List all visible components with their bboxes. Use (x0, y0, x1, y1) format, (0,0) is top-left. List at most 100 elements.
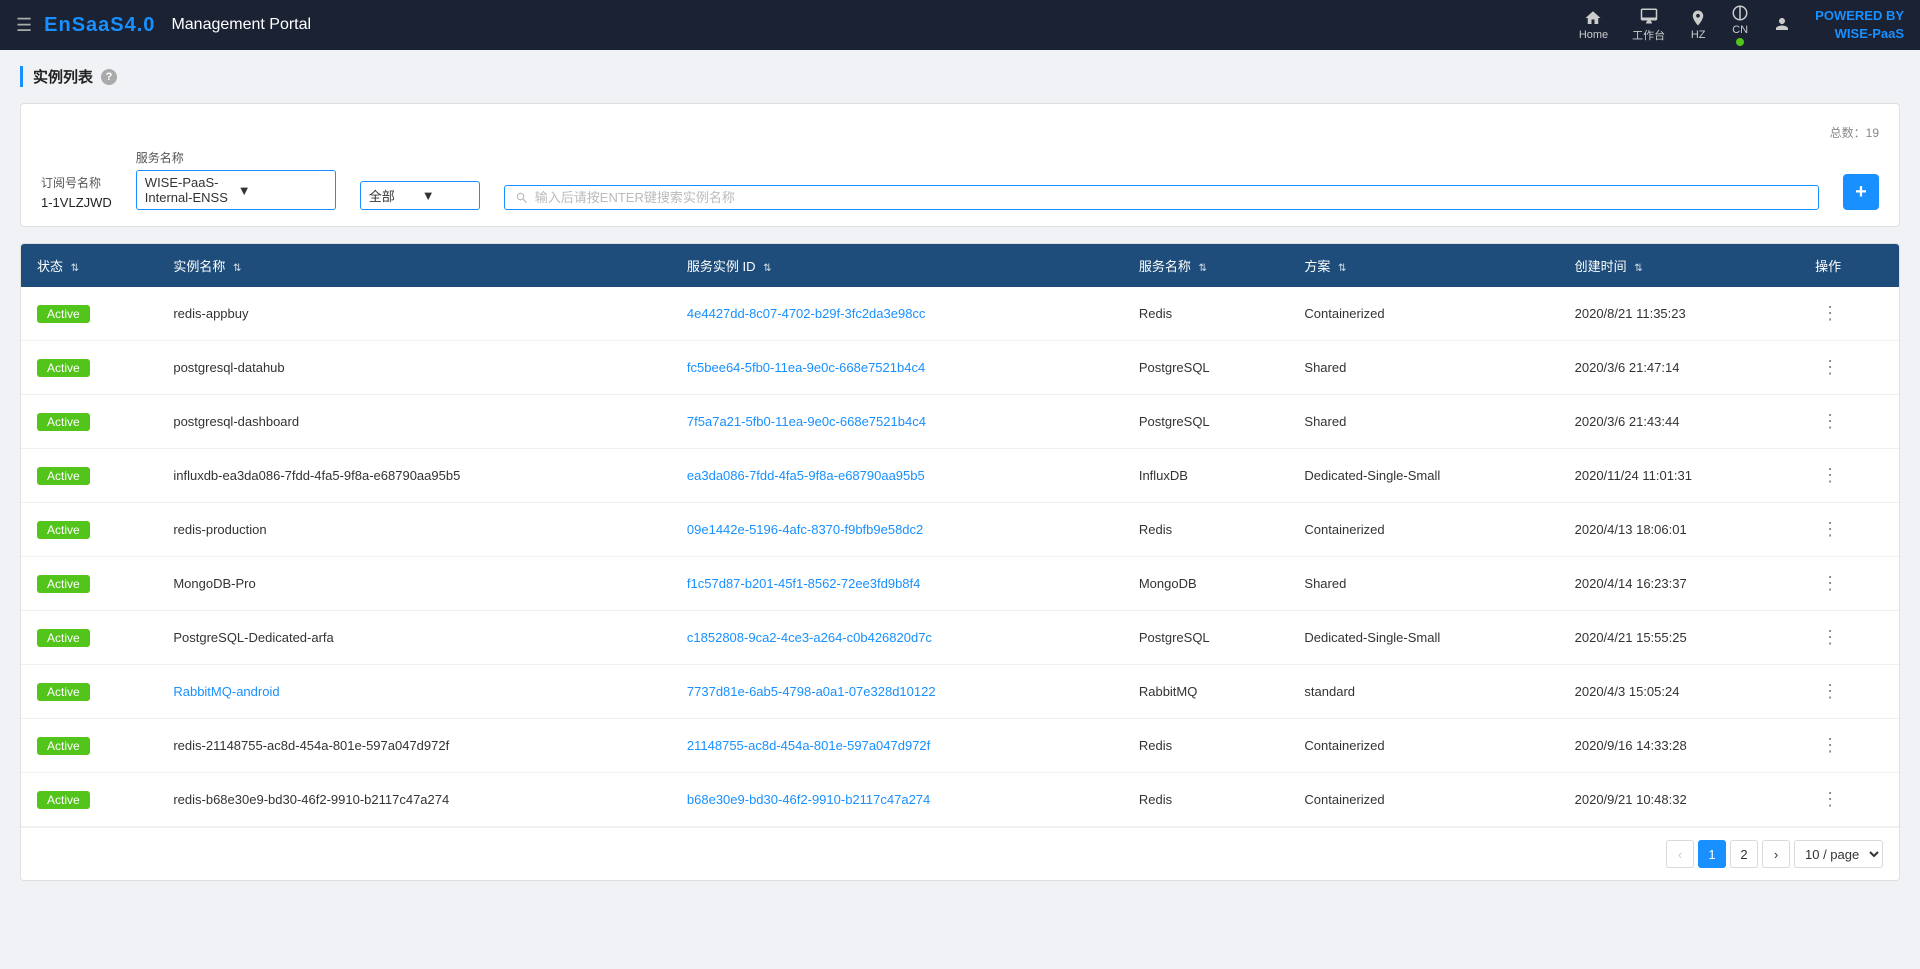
action-menu-button-8[interactable]: ⋮ (1815, 733, 1845, 758)
col-name[interactable]: 实例名称 ⇅ (157, 244, 671, 287)
table-row: Active redis-b68e30e9-bd30-46f2-9910-b21… (21, 773, 1899, 827)
filter-row: 订阅号名称 1-1VLZJWD 服务名称 WISE-PaaS-Internal-… (41, 149, 1879, 210)
table-row: Active redis-production 09e1442e-5196-4a… (21, 503, 1899, 557)
top-nav-right: Home 工作台 HZ CN POWERED BY WISE-PaaS (1579, 4, 1904, 46)
cell-status-2: Active (21, 395, 157, 449)
instance-name-link-7[interactable]: RabbitMQ-android (173, 684, 279, 699)
nav-home[interactable]: Home (1579, 9, 1608, 41)
nav-user[interactable] (1773, 15, 1791, 35)
pagination-bar: ‹ 1 2 › 10 / page 20 / page 50 / page (21, 827, 1899, 880)
cell-name-8: redis-21148755-ac8d-454a-801e-597a047d97… (157, 719, 671, 773)
cell-sname-3: InfluxDB (1123, 449, 1289, 503)
cell-created-2: 2020/3/6 21:43:44 (1559, 395, 1799, 449)
col-created[interactable]: 创建时间 ⇅ (1559, 244, 1799, 287)
page-size-select[interactable]: 10 / page 20 / page 50 / page (1794, 840, 1883, 868)
nav-region[interactable]: HZ (1689, 9, 1707, 41)
sort-name-icon: ⇅ (233, 263, 241, 274)
next-page-button[interactable]: › (1762, 840, 1790, 868)
service-all-label (360, 163, 480, 177)
top-navigation: ☰ EnSaaS4.0 Management Portal Home 工作台 H… (0, 0, 1920, 50)
cell-id-5: f1c57d87-b201-45f1-8562-72ee3fd9b8f4 (671, 557, 1123, 611)
table-row: Active postgresql-dashboard 7f5a7a21-5fb… (21, 395, 1899, 449)
cell-id-7: 7737d81e-6ab5-4798-a0a1-07e328d10122 (671, 665, 1123, 719)
sort-id-icon: ⇅ (763, 263, 771, 274)
cell-created-3: 2020/11/24 11:01:31 (1559, 449, 1799, 503)
instance-name-2: postgresql-dashboard (173, 414, 299, 429)
add-button[interactable]: + (1843, 174, 1879, 210)
cell-action-8: ⋮ (1799, 719, 1899, 773)
action-menu-button-4[interactable]: ⋮ (1815, 517, 1845, 542)
action-menu-button-7[interactable]: ⋮ (1815, 679, 1845, 704)
cell-status-7: Active (21, 665, 157, 719)
search-field[interactable] (504, 185, 1819, 210)
col-plan[interactable]: 方案 ⇅ (1288, 244, 1558, 287)
subscription-label: 订阅号名称 (41, 174, 112, 191)
cell-sname-1: PostgreSQL (1123, 341, 1289, 395)
cell-created-4: 2020/4/13 18:06:01 (1559, 503, 1799, 557)
cell-name-9: redis-b68e30e9-bd30-46f2-9910-b2117c47a2… (157, 773, 671, 827)
action-menu-button-2[interactable]: ⋮ (1815, 409, 1845, 434)
cell-sname-9: Redis (1123, 773, 1289, 827)
status-badge-3: Active (37, 467, 90, 485)
cell-plan-8: Containerized (1288, 719, 1558, 773)
action-menu-button-3[interactable]: ⋮ (1815, 463, 1845, 488)
col-status[interactable]: 状态 ⇅ (21, 244, 157, 287)
action-menu-button-0[interactable]: ⋮ (1815, 301, 1845, 326)
service-name-field: 服务名称 WISE-PaaS-Internal-ENSS ▼ (136, 149, 336, 210)
cell-sname-5: MongoDB (1123, 557, 1289, 611)
instances-table: 状态 ⇅ 实例名称 ⇅ 服务实例 ID ⇅ 服务名称 ⇅ 方案 ⇅ 创建时间 ⇅… (20, 243, 1900, 881)
cell-id-2: 7f5a7a21-5fb0-11ea-9e0c-668e7521b4c4 (671, 395, 1123, 449)
page-2-button[interactable]: 2 (1730, 840, 1758, 868)
nav-locale[interactable]: CN (1731, 4, 1749, 46)
page-1-button[interactable]: 1 (1698, 840, 1726, 868)
col-service-name[interactable]: 服务名称 ⇅ (1123, 244, 1289, 287)
cell-sname-0: Redis (1123, 287, 1289, 341)
menu-icon[interactable]: ☰ (16, 15, 32, 36)
service-id-0: 4e4427dd-8c07-4702-b29f-3fc2da3e98cc (687, 306, 926, 321)
data-table: 状态 ⇅ 实例名称 ⇅ 服务实例 ID ⇅ 服务名称 ⇅ 方案 ⇅ 创建时间 ⇅… (21, 244, 1899, 827)
cell-created-1: 2020/3/6 21:47:14 (1559, 341, 1799, 395)
help-icon[interactable]: ? (101, 69, 117, 85)
col-service-id[interactable]: 服务实例 ID ⇅ (671, 244, 1123, 287)
instance-name-5: MongoDB-Pro (173, 576, 255, 591)
cell-created-8: 2020/9/16 14:33:28 (1559, 719, 1799, 773)
cell-name-6: PostgreSQL-Dedicated-arfa (157, 611, 671, 665)
search-input[interactable] (535, 190, 1808, 205)
status-badge-9: Active (37, 791, 90, 809)
nav-workbench[interactable]: 工作台 (1632, 7, 1665, 43)
service-all-dropdown[interactable]: 全部 ▼ (360, 181, 480, 210)
cell-plan-0: Containerized (1288, 287, 1558, 341)
instance-name-8: redis-21148755-ac8d-454a-801e-597a047d97… (173, 738, 449, 753)
cell-id-6: c1852808-9ca2-4ce3-a264-c0b426820d7c (671, 611, 1123, 665)
table-row: Active redis-21148755-ac8d-454a-801e-597… (21, 719, 1899, 773)
cell-id-0: 4e4427dd-8c07-4702-b29f-3fc2da3e98cc (671, 287, 1123, 341)
subscription-value: 1-1VLZJWD (41, 195, 112, 210)
cell-created-9: 2020/9/21 10:48:32 (1559, 773, 1799, 827)
cell-status-8: Active (21, 719, 157, 773)
cell-action-7: ⋮ (1799, 665, 1899, 719)
service-chevron-icon: ▼ (238, 183, 327, 198)
cell-action-5: ⋮ (1799, 557, 1899, 611)
nav-locale-label: CN (1732, 24, 1748, 36)
action-menu-button-5[interactable]: ⋮ (1815, 571, 1845, 596)
cell-created-7: 2020/4/3 15:05:24 (1559, 665, 1799, 719)
action-menu-button-6[interactable]: ⋮ (1815, 625, 1845, 650)
action-menu-button-1[interactable]: ⋮ (1815, 355, 1845, 380)
cell-name-2: postgresql-dashboard (157, 395, 671, 449)
service-all-selected: 全部 (369, 186, 418, 205)
table-row: Active RabbitMQ-android 7737d81e-6ab5-47… (21, 665, 1899, 719)
service-id-1: fc5bee64-5fb0-11ea-9e0c-668e7521b4c4 (687, 360, 925, 375)
cell-action-0: ⋮ (1799, 287, 1899, 341)
table-row: Active redis-appbuy 4e4427dd-8c07-4702-b… (21, 287, 1899, 341)
prev-page-button[interactable]: ‹ (1666, 840, 1694, 868)
service-name-label: 服务名称 (136, 149, 336, 166)
service-dropdown[interactable]: WISE-PaaS-Internal-ENSS ▼ (136, 170, 336, 210)
cell-name-5: MongoDB-Pro (157, 557, 671, 611)
instance-name-3: influxdb-ea3da086-7fdd-4fa5-9f8a-e68790a… (173, 468, 460, 483)
cell-name-7: RabbitMQ-android (157, 665, 671, 719)
cell-action-9: ⋮ (1799, 773, 1899, 827)
status-badge-5: Active (37, 575, 90, 593)
action-menu-button-9[interactable]: ⋮ (1815, 787, 1845, 812)
subscription-field: 订阅号名称 1-1VLZJWD (41, 174, 112, 210)
cell-id-3: ea3da086-7fdd-4fa5-9f8a-e68790aa95b5 (671, 449, 1123, 503)
